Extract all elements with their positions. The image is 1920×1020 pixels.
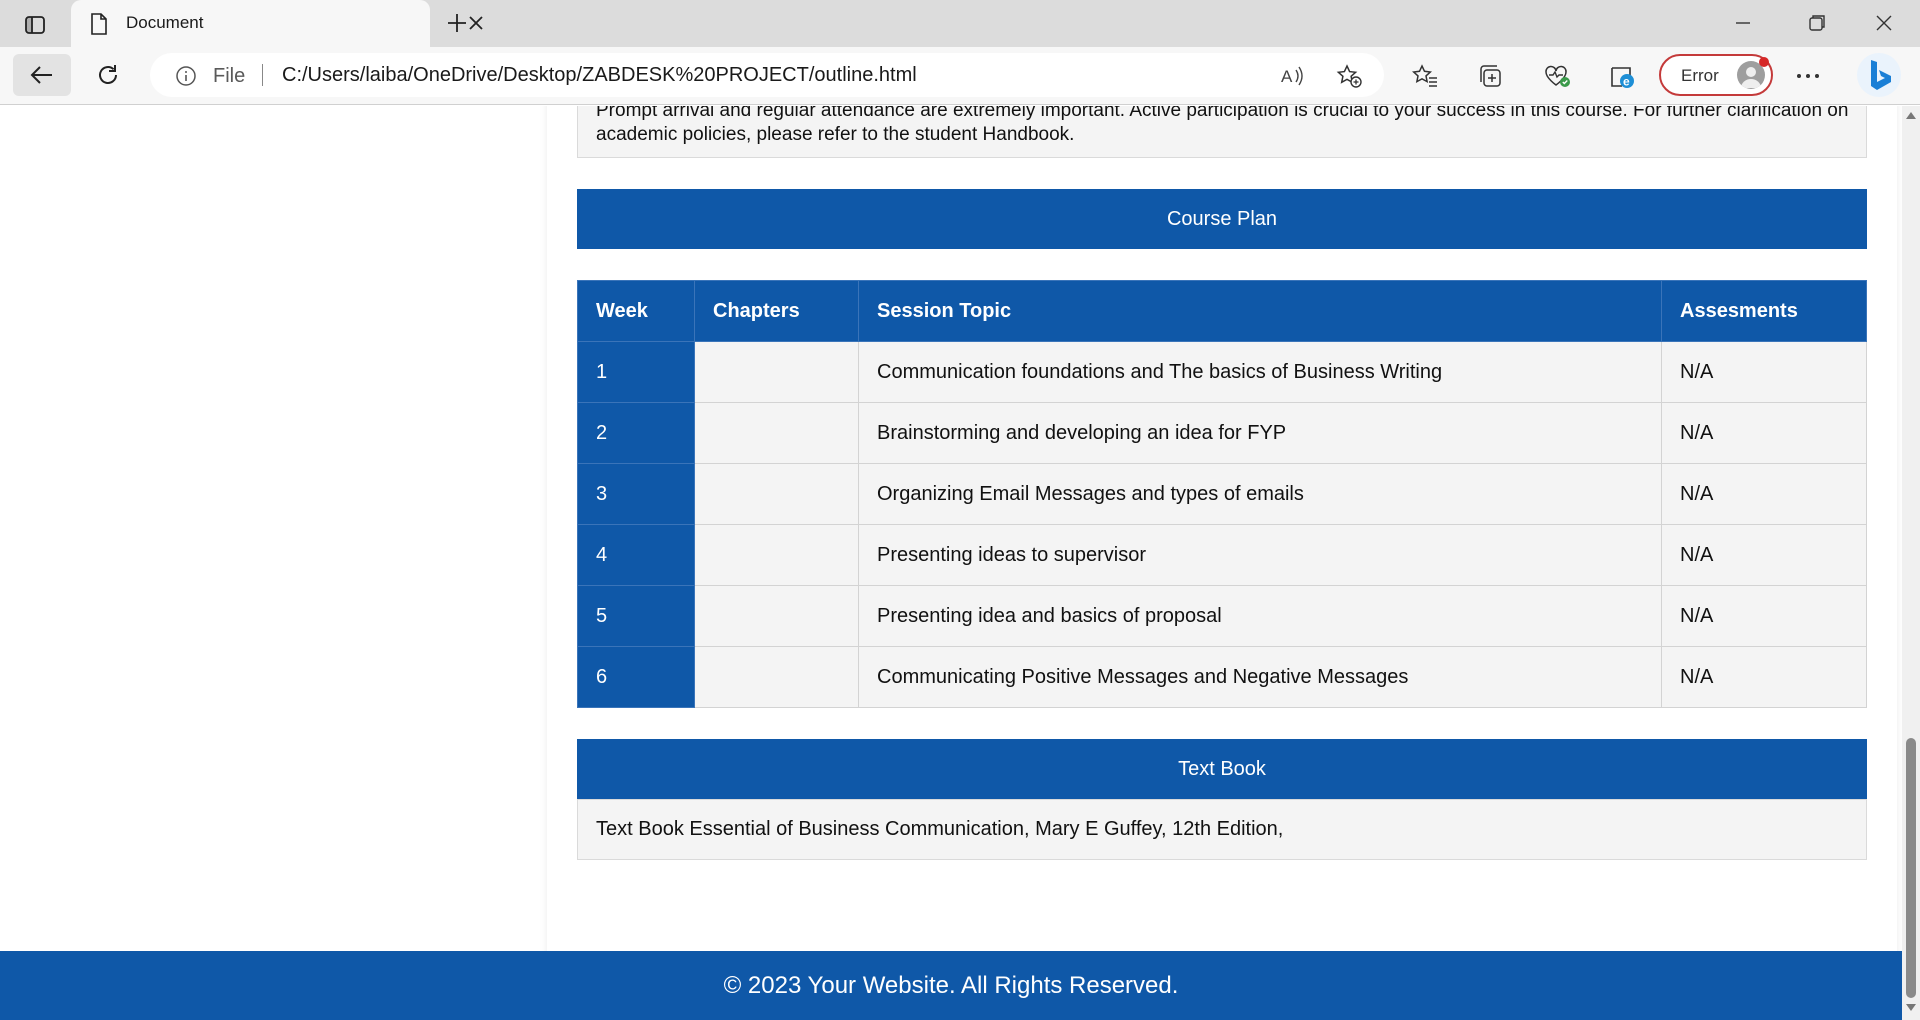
scroll-thumb[interactable]	[1906, 738, 1916, 998]
minimize-icon[interactable]	[1732, 12, 1754, 39]
restore-icon[interactable]	[1806, 12, 1828, 39]
chapters-cell	[694, 463, 859, 525]
chapters-cell	[694, 585, 859, 647]
profile-error-button[interactable]: Error	[1659, 54, 1773, 96]
read-aloud-icon[interactable]: A	[1280, 64, 1306, 93]
browser-essentials-icon[interactable]	[1543, 64, 1571, 93]
more-icon[interactable]	[1795, 64, 1821, 93]
column-header-assessments: Assesments	[1661, 280, 1867, 342]
assessment-cell: N/A	[1661, 402, 1867, 464]
chapters-cell	[694, 402, 859, 464]
scroll-up-arrow-icon[interactable]	[1906, 112, 1916, 119]
assessment-cell: N/A	[1661, 646, 1867, 708]
column-header-week: Week	[577, 280, 695, 342]
back-arrow-icon	[30, 66, 52, 84]
topic-cell: Presenting ideas to supervisor	[858, 524, 1662, 586]
favorites-icon[interactable]	[1411, 64, 1438, 93]
chapters-cell	[694, 341, 859, 403]
week-cell: 5	[577, 585, 695, 647]
course-plan-table: Week Chapters Session Topic Assesments 1…	[577, 280, 1867, 708]
new-tab-button[interactable]	[444, 10, 470, 36]
week-cell: 6	[577, 646, 695, 708]
copilot-icon[interactable]: e	[1608, 64, 1636, 95]
page-footer: © 2023 Your Website. All Rights Reserved…	[0, 951, 1902, 1020]
topic-cell: Organizing Email Messages and types of e…	[858, 463, 1662, 525]
table-row: 4 Presenting ideas to supervisor N/A	[577, 524, 1867, 586]
topic-cell: Communication foundations and The basics…	[858, 341, 1662, 403]
textbook-text: Text Book Essential of Business Communic…	[596, 818, 1284, 840]
week-cell: 2	[577, 402, 695, 464]
address-separator	[262, 64, 263, 86]
chapters-cell	[694, 524, 859, 586]
vertical-scrollbar[interactable]	[1902, 106, 1920, 1020]
textbook-box: Text Book Essential of Business Communic…	[577, 799, 1867, 860]
reload-icon	[99, 65, 117, 84]
topic-cell: Communicating Positive Messages and Nega…	[858, 646, 1662, 708]
assessment-cell: N/A	[1661, 524, 1867, 586]
week-cell: 3	[577, 463, 695, 525]
tab-actions-button[interactable]	[16, 10, 54, 40]
table-row: 6 Communicating Positive Messages and Ne…	[577, 646, 1867, 708]
url-text[interactable]: C:/Users/laiba/OneDrive/Desktop/ZABDESK%…	[282, 64, 917, 87]
profile-status: Error	[1681, 66, 1719, 85]
table-row: 3 Organizing Email Messages and types of…	[577, 463, 1867, 525]
table-header-row: Week Chapters Session Topic Assesments	[577, 280, 1867, 342]
error-dot	[1759, 57, 1769, 67]
assessment-cell: N/A	[1661, 585, 1867, 647]
document-icon	[89, 12, 109, 41]
tab-title: Document	[126, 13, 204, 32]
assessment-cell: N/A	[1661, 463, 1867, 525]
week-cell: 1	[577, 341, 695, 403]
column-header-chapters: Chapters	[694, 280, 859, 342]
chapters-cell	[694, 646, 859, 708]
add-favorite-icon[interactable]	[1335, 63, 1363, 94]
browser-tab[interactable]: Document	[71, 0, 483, 47]
policy-box: Prompt arrival and regular attendance ar…	[577, 106, 1867, 158]
window-close-icon[interactable]	[1873, 12, 1895, 39]
svg-text:e: e	[1623, 75, 1630, 89]
bing-icon[interactable]	[1855, 51, 1903, 99]
table-row: 5 Presenting idea and basics of proposal…	[577, 585, 1867, 647]
tab-actions-icon	[25, 16, 45, 34]
page-viewport: Prompt arrival and regular attendance ar…	[0, 106, 1902, 1020]
table-row: 2 Brainstorming and developing an idea f…	[577, 402, 1867, 464]
topic-cell: Presenting idea and basics of proposal	[858, 585, 1662, 647]
info-icon[interactable]	[175, 65, 197, 92]
reload-button[interactable]	[91, 58, 125, 92]
collections-icon[interactable]	[1478, 64, 1504, 93]
address-prefix: File	[213, 65, 246, 87]
back-button[interactable]	[13, 54, 71, 96]
topic-cell: Brainstorming and developing an idea for…	[858, 402, 1662, 464]
scroll-down-arrow-icon[interactable]	[1906, 1004, 1916, 1011]
policy-text: Prompt arrival and regular attendance ar…	[596, 106, 1849, 145]
week-cell: 4	[577, 524, 695, 586]
plus-icon	[448, 14, 466, 32]
textbook-header: Text Book	[577, 739, 1867, 799]
svg-text:A: A	[1281, 67, 1293, 86]
table-row: 1 Communication foundations and The basi…	[577, 341, 1867, 403]
assessment-cell: N/A	[1661, 341, 1867, 403]
browser-toolbar: File C:/Users/laiba/OneDrive/Desktop/ZAB…	[0, 47, 1920, 105]
column-header-topic: Session Topic	[858, 280, 1662, 342]
course-plan-header: Course Plan	[577, 189, 1867, 249]
tab-bar: Document	[0, 0, 1920, 47]
address-bar[interactable]: File C:/Users/laiba/OneDrive/Desktop/ZAB…	[150, 53, 1384, 97]
